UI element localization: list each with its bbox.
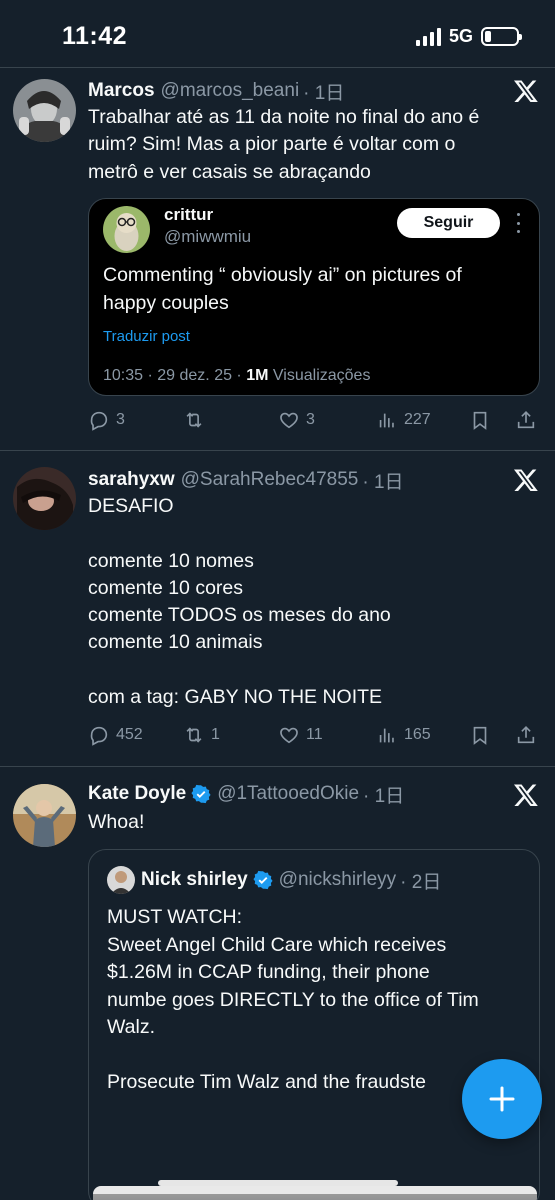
repost-button[interactable]: 1 bbox=[183, 721, 220, 749]
view-count: 1M bbox=[246, 367, 269, 384]
heart-icon bbox=[280, 727, 298, 744]
battery-icon bbox=[481, 27, 522, 46]
reply-icon bbox=[90, 411, 108, 431]
post-header: sarahyxw @SarahRebec47855 · 1日 bbox=[88, 465, 404, 495]
home-indicator[interactable] bbox=[158, 1180, 398, 1186]
repost-button[interactable] bbox=[183, 406, 211, 434]
like-count: 3 bbox=[306, 411, 315, 428]
action-bar: 3 3 227 bbox=[88, 406, 541, 434]
compose-button[interactable] bbox=[462, 1059, 542, 1139]
video-thumbnail[interactable] bbox=[93, 1186, 537, 1200]
views-icon bbox=[379, 413, 394, 428]
avatar[interactable] bbox=[13, 784, 76, 847]
follow-button[interactable]: Seguir bbox=[397, 208, 500, 238]
signal-icon bbox=[415, 27, 441, 46]
bookmark-icon bbox=[473, 726, 487, 745]
x-logo-icon[interactable] bbox=[513, 78, 539, 104]
username[interactable]: @SarahRebec47855 bbox=[181, 469, 359, 491]
status-time: 11:42 bbox=[62, 22, 128, 50]
like-button[interactable]: 11 bbox=[278, 721, 323, 749]
reply-button[interactable]: 452 bbox=[88, 721, 143, 749]
status-bar: 11:42 5G bbox=[0, 0, 555, 68]
quoted-post[interactable]: crittur @miwwmiu Seguir Commenting “ obv… bbox=[88, 198, 540, 396]
reply-count: 452 bbox=[116, 726, 143, 743]
x-logo-icon[interactable] bbox=[513, 782, 539, 808]
share-button[interactable] bbox=[515, 721, 537, 749]
repost-icon bbox=[186, 412, 202, 428]
views-button[interactable]: 165 bbox=[376, 721, 431, 749]
verified-badge-icon bbox=[191, 784, 211, 804]
post[interactable]: sarahyxw @SarahRebec47855 · 1日 DESAFIO c… bbox=[0, 451, 555, 767]
views-count: 227 bbox=[404, 411, 431, 428]
quoted-display-name[interactable]: crittur bbox=[164, 205, 213, 225]
battery-level bbox=[485, 31, 491, 42]
verified-badge-icon bbox=[253, 870, 273, 890]
x-logo-icon[interactable] bbox=[513, 467, 539, 493]
bookmark-button[interactable] bbox=[469, 406, 491, 434]
status-indicators: 5G bbox=[415, 26, 522, 47]
post[interactable]: Kate Doyle @1TattooedOkie · 1日 Whoa! Nic… bbox=[0, 767, 555, 1200]
quoted-post-header: Nick shirley @nickshirleyy · 2日 bbox=[141, 866, 441, 894]
quoted-timestamp: · 2日 bbox=[400, 871, 442, 893]
plus-icon bbox=[489, 1086, 515, 1112]
views-label: Visualizações bbox=[272, 367, 371, 384]
timestamp: · 1日 bbox=[362, 471, 404, 493]
views-icon bbox=[379, 728, 394, 743]
reply-count: 3 bbox=[116, 411, 125, 428]
share-button[interactable] bbox=[515, 406, 537, 434]
display-name[interactable]: Kate Doyle bbox=[88, 783, 186, 805]
display-name[interactable]: Marcos bbox=[88, 80, 155, 102]
post-meta: 10:35 · 29 dez. 25 · 1M Visualizações bbox=[103, 367, 370, 385]
repost-icon bbox=[186, 727, 202, 743]
repost-count: 1 bbox=[211, 726, 220, 743]
timestamp: · 1日 bbox=[363, 785, 405, 807]
avatar[interactable] bbox=[13, 467, 76, 530]
username[interactable]: @marcos_beani bbox=[161, 80, 300, 102]
quoted-username[interactable]: @miwwmiu bbox=[164, 227, 251, 247]
post[interactable]: Marcos @marcos_beani · 1日 Trabalhar até … bbox=[0, 68, 555, 451]
avatar[interactable] bbox=[13, 79, 76, 142]
post-text: Trabalhar até as 11 da noite no final do… bbox=[88, 106, 480, 183]
share-icon bbox=[517, 726, 535, 744]
like-count: 11 bbox=[306, 726, 323, 743]
translate-link[interactable]: Traduzir post bbox=[103, 328, 190, 345]
post-header: Marcos @marcos_beani · 1日 bbox=[88, 76, 344, 106]
quoted-post[interactable]: Nick shirley @nickshirleyy · 2日 MUST WAT… bbox=[88, 849, 540, 1200]
action-bar: 452 1 11 165 bbox=[88, 721, 541, 749]
avatar[interactable] bbox=[107, 866, 135, 894]
quoted-username[interactable]: @nickshirleyy bbox=[279, 869, 396, 891]
post-header: Kate Doyle @1TattooedOkie · 1日 bbox=[88, 779, 404, 809]
quoted-post-text: Commenting “ obviously ai” on pictures o… bbox=[103, 264, 462, 314]
quoted-display-name[interactable]: Nick shirley bbox=[141, 869, 248, 891]
post-datetime: 10:35 · 29 dez. 25 · bbox=[103, 367, 242, 384]
reply-button[interactable]: 3 bbox=[88, 406, 125, 434]
quoted-post-text: MUST WATCH: Sweet Angel Child Care which… bbox=[107, 906, 479, 1093]
views-count: 165 bbox=[404, 726, 431, 743]
heart-icon bbox=[280, 412, 298, 429]
post-text: Whoa! bbox=[88, 811, 145, 833]
timestamp: · 1日 bbox=[303, 82, 345, 104]
bookmark-button[interactable] bbox=[469, 721, 491, 749]
bookmark-icon bbox=[473, 411, 487, 430]
post-text: DESAFIO comente 10 nomes comente 10 core… bbox=[88, 495, 391, 709]
more-options-icon[interactable] bbox=[515, 213, 521, 233]
share-icon bbox=[517, 411, 535, 429]
like-button[interactable]: 3 bbox=[278, 406, 315, 434]
display-name[interactable]: sarahyxw bbox=[88, 469, 175, 491]
network-type: 5G bbox=[448, 26, 473, 46]
reply-icon bbox=[90, 726, 108, 746]
views-button[interactable]: 227 bbox=[376, 406, 431, 434]
avatar[interactable] bbox=[103, 206, 150, 253]
username[interactable]: @1TattooedOkie bbox=[217, 783, 359, 805]
